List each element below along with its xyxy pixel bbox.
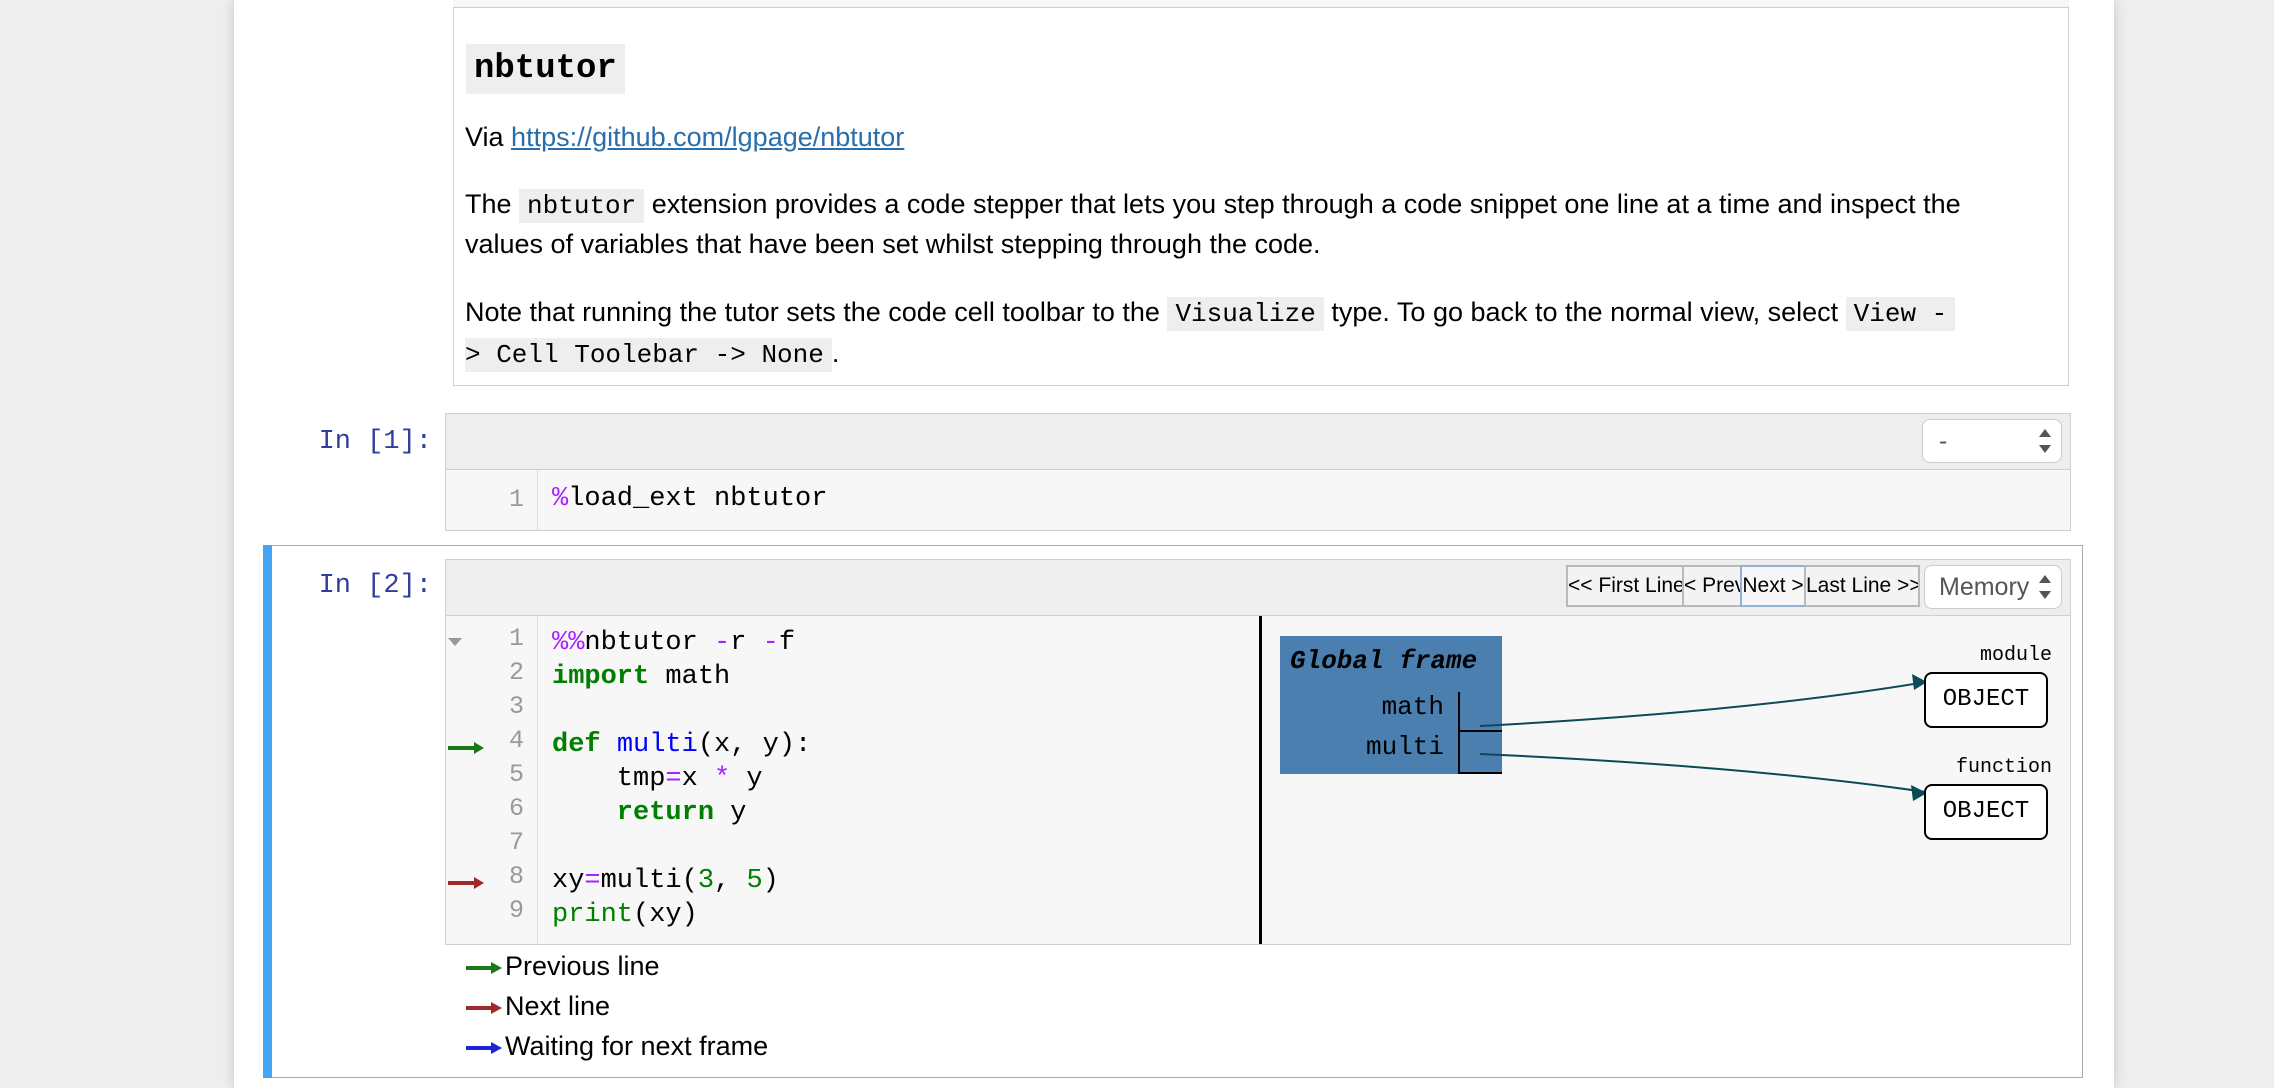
markdown-heading: nbtutor <box>466 44 625 94</box>
inline-code-view-b: > Cell Toolebar -> None <box>465 338 832 372</box>
object-type-module: module <box>1979 644 2052 667</box>
legend-label: Previous line <box>505 951 660 981</box>
green-arrow-icon <box>466 961 502 974</box>
p1-text-a: The <box>465 189 520 219</box>
cell-toolbar-select[interactable]: - <box>1922 419 2062 463</box>
module-object-box: OBJECT <box>1924 672 2048 728</box>
inline-code-view-a: View - <box>1845 297 1956 331</box>
code-cell-2[interactable]: << First Line < Prev Next > Last Line >>… <box>445 559 2071 945</box>
reference-arrow-multi <box>1479 753 1927 793</box>
p1-text-b: extension provides a code stepper that l… <box>644 189 1961 219</box>
cell-2-prompt: In [2]: <box>318 571 432 601</box>
legend-waiting-frame: Waiting for next frame <box>465 1030 768 1062</box>
legend-next-line: Next line <box>465 990 610 1022</box>
p2-text-a: Note that running the tutor sets the cod… <box>465 297 1168 327</box>
nbtutor-link[interactable]: https://github.com/lgpage/nbtutor <box>511 122 904 152</box>
p2-period: . <box>831 338 840 368</box>
cell-1-toolbar: - <box>446 414 2070 470</box>
code-line[interactable]: %load_ext nbtutor <box>552 484 827 514</box>
legend-label: Next line <box>505 991 611 1021</box>
object-type-function: function <box>1955 756 2052 779</box>
cell-1-prompt: In [1]: <box>318 427 432 457</box>
blue-arrow-icon <box>466 1041 502 1054</box>
red-arrow-icon <box>466 1001 502 1014</box>
code-text: load_ext nbtutor <box>568 484 828 514</box>
reference-arrows <box>1479 674 1927 801</box>
magic-token: % <box>552 484 569 514</box>
cell-1-gutter: 1 <box>446 470 538 530</box>
legend-previous-line: Previous line <box>465 950 660 982</box>
select-arrows-icon <box>2039 429 2051 453</box>
line-number: 1 <box>508 485 524 514</box>
paragraph-1-cont: values of variables that have been set w… <box>465 229 1321 259</box>
function-object-box: OBJECT <box>1924 784 2048 840</box>
p2-text-b: type. To go back to the normal view, sel… <box>1323 297 1846 327</box>
reference-arrow-math <box>1479 681 1927 727</box>
via-line: Via https://github.com/lgpage/nbtutor <box>465 117 904 157</box>
inline-code-nbtutor: nbtutor <box>519 189 645 223</box>
cell-toolbar-select-value: - <box>1939 427 1948 455</box>
via-prefix: Via <box>465 122 512 152</box>
inline-code-visualize: Visualize <box>1167 297 1324 331</box>
paragraph-2-cont: > Cell Toolebar -> None. <box>465 333 839 375</box>
legend-label: Waiting for next frame <box>505 1031 769 1061</box>
paragraph-1: The nbtutor extension provides a code st… <box>465 184 2065 226</box>
code-cell-1[interactable]: - 1 %load_ext nbtutor <box>445 413 2071 531</box>
selected-cell-indicator <box>263 545 272 1078</box>
paragraph-2: Note that running the tutor sets the cod… <box>465 292 2075 334</box>
markdown-cell-top-border <box>453 0 2069 8</box>
